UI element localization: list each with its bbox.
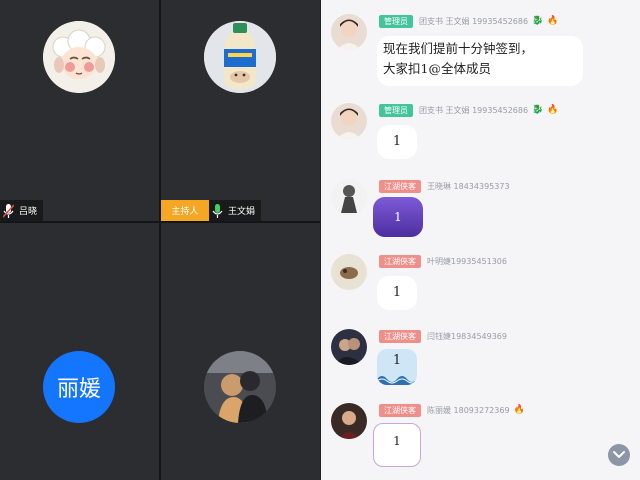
- role-tag: 管理员: [379, 14, 413, 28]
- message-bubble: 1: [377, 125, 417, 159]
- message-text: 1: [392, 353, 402, 368]
- message-meta: 江湖侠客 叶明婕19935451306: [379, 254, 507, 268]
- message-bubble: 现在我们提前十分钟签到， 大家扣1@全体成员: [377, 36, 583, 86]
- sender-name: 陈丽媛 18093272369: [427, 405, 510, 415]
- mic-on-icon: [212, 203, 223, 218]
- sender-avatar[interactable]: [331, 403, 367, 439]
- sender-name: 王晓琳 18434395373: [427, 181, 510, 191]
- message-bubble-sticker: 1: [373, 423, 421, 467]
- host-tag: 主持人: [161, 200, 209, 221]
- sender-avatar[interactable]: [331, 329, 367, 365]
- participant-tile-3[interactable]: 丽媛: [0, 223, 159, 480]
- participant-nameplate: 王文娟: [209, 200, 262, 221]
- message-bubble-wave: 1: [377, 349, 417, 385]
- role-tag: 江湖侠客: [379, 329, 421, 343]
- drink-bottle-avatar: [204, 21, 276, 93]
- message-meta: 江湖侠客 闫钰婕19834549369: [379, 329, 507, 343]
- message-meta: 管理员 团支书 王文娟 19935452686 🐉 🔥: [379, 103, 559, 117]
- name-text-avatar: 丽媛: [43, 351, 115, 423]
- dragon-badge-icon: 🐉: [532, 16, 544, 26]
- sender-name: 团支书 王文娟 19935452686: [419, 16, 529, 26]
- sender-avatar[interactable]: [331, 254, 367, 290]
- fire-badge-icon: 🔥: [547, 16, 559, 26]
- message-bubble-sticker: 1: [373, 197, 423, 237]
- message-bubble: 1: [377, 276, 417, 310]
- message-meta: 江湖侠客 陈丽媛 18093272369 🔥: [379, 403, 525, 417]
- role-tag: 江湖侠客: [379, 254, 421, 268]
- fire-badge-icon: 🔥: [513, 405, 525, 415]
- wave-decoration-icon: [377, 376, 417, 385]
- dragon-badge-icon: 🐉: [532, 105, 544, 115]
- participant-tile-2[interactable]: 主持人 王文娟: [161, 0, 320, 221]
- message-meta: 管理员 团支书 王文娟 19935452686 🐉 🔥: [379, 14, 559, 28]
- sheep-avatar: [43, 21, 115, 93]
- scroll-to-bottom-button[interactable]: [608, 444, 630, 466]
- sender-avatar[interactable]: [331, 179, 367, 215]
- sender-name: 团支书 王文娟 19935452686: [419, 105, 529, 115]
- participant-tile-4[interactable]: [161, 223, 320, 480]
- sender-name: 叶明婕19935451306: [427, 256, 507, 266]
- fire-badge-icon: 🔥: [547, 105, 559, 115]
- role-tag: 江湖侠客: [379, 179, 421, 193]
- participant-name: 王文娟: [228, 207, 256, 217]
- sender-name: 闫钰婕19834549369: [427, 331, 507, 341]
- chat-panel[interactable]: 管理员 团支书 王文娟 19935452686 🐉 🔥 现在我们提前十分钟签到，…: [321, 0, 640, 480]
- role-tag: 管理员: [379, 103, 413, 117]
- participant-name: 吕晓: [19, 207, 38, 217]
- sender-avatar[interactable]: [331, 14, 367, 50]
- chevron-down-icon: [613, 451, 625, 458]
- role-tag: 江湖侠客: [379, 403, 421, 417]
- participant-nameplate: 吕晓: [0, 200, 44, 221]
- message-text: 1: [393, 434, 401, 448]
- participant-tile-1[interactable]: 吕晓: [0, 0, 159, 221]
- mic-muted-icon: [3, 203, 14, 218]
- sender-avatar[interactable]: [331, 103, 367, 139]
- message-meta: 江湖侠客 王晓琳 18434395373: [379, 179, 510, 193]
- couple-photo-avatar: [204, 351, 276, 423]
- video-grid: 吕晓 主持人 王文娟 丽媛: [0, 0, 320, 480]
